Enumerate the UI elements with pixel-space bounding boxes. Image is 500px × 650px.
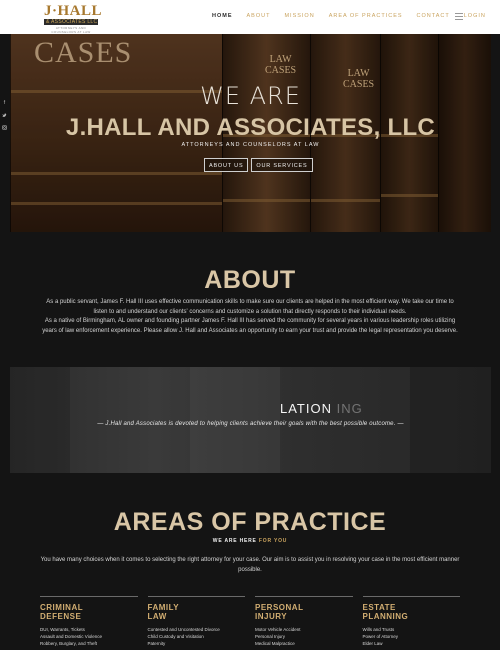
hamburger-icon[interactable] xyxy=(455,13,463,20)
twitter-icon[interactable] xyxy=(2,113,7,118)
banner-shade xyxy=(10,367,70,473)
practice-columns: CRIMINAL DEFENSE DUI, Warrants, Tickets … xyxy=(40,596,460,647)
book-spine-text: LAW CASES xyxy=(265,54,297,76)
about-text: As a public servant, James F. Hall III u… xyxy=(40,298,460,336)
areas-sub-white: WE ARE HERE xyxy=(212,538,257,544)
practice-item[interactable]: Power of Attorney xyxy=(363,633,461,640)
practice-item[interactable]: Wills and Trusts xyxy=(363,626,461,633)
logo-tagline: ATTORNEYS AND COUNSELORS AT LAW xyxy=(51,26,91,34)
hero-we-are: WE ARE xyxy=(200,82,301,110)
nav-mission[interactable]: MISSION xyxy=(284,12,314,20)
practice-item[interactable]: Medical Malpractice xyxy=(255,640,353,647)
practice-column-personal-injury: PERSONAL INJURY Motor Vehicle Accident P… xyxy=(255,596,353,647)
about-paragraph: As a native of Birmingham, AL owner and … xyxy=(42,318,458,334)
practice-title[interactable]: PERSONAL INJURY xyxy=(255,603,353,621)
about-paragraph: As a public servant, James F. Hall III u… xyxy=(46,299,454,315)
nav-contact[interactable]: CONTACT xyxy=(417,12,450,20)
practice-item[interactable]: Motor Vehicle Accident xyxy=(255,626,353,633)
banner-quote: — J.Hall and Associates is devoted to he… xyxy=(97,421,404,427)
banner-faded-text: LATION xyxy=(280,401,332,416)
facebook-icon[interactable]: f xyxy=(2,101,7,106)
site-logo[interactable]: J·HALL & ASSOCIATES LLC ATTORNEYS AND CO… xyxy=(44,3,103,34)
our-services-button[interactable]: OUR SERVICES xyxy=(251,158,313,172)
areas-heading: AREAS OF PRACTICE xyxy=(113,508,387,536)
practice-item[interactable]: DUI, Warrants, Tickets xyxy=(40,626,138,633)
practice-title[interactable]: CRIMINAL DEFENSE xyxy=(40,603,138,621)
areas-subheading: WE ARE HERE FOR YOU xyxy=(0,538,500,544)
banner-faded-ghost: ING xyxy=(336,401,363,416)
logo-main-text: J·HALL xyxy=(44,3,103,19)
hero-buttons: ABOUT US OUR SERVICES xyxy=(204,158,313,172)
nav-home[interactable]: HOME xyxy=(212,12,233,20)
practice-column-criminal-defense: CRIMINAL DEFENSE DUI, Warrants, Tickets … xyxy=(40,596,138,647)
practice-item[interactable]: Personal Injury xyxy=(255,633,353,640)
logo-sub-text: & ASSOCIATES LLC xyxy=(44,19,98,25)
nav-login[interactable]: LOGIN xyxy=(464,12,486,20)
practice-item[interactable]: Elder Law xyxy=(363,640,461,647)
site-header: J·HALL & ASSOCIATES LLC ATTORNEYS AND CO… xyxy=(0,0,500,34)
nav-about[interactable]: ABOUT xyxy=(247,12,271,20)
book-spine-text: CASES xyxy=(34,36,133,69)
practice-item[interactable]: Assault and Domestic Violence xyxy=(40,633,138,640)
practice-column-family-law: FAMILY LAW Contested and Uncontested Div… xyxy=(147,596,246,647)
about-heading: ABOUT xyxy=(204,266,296,294)
practice-item[interactable]: Child Custody and Visitation xyxy=(148,633,246,640)
practice-list: Wills and Trusts Power of Attorney Elder… xyxy=(363,626,461,647)
areas-text: You have many choices when it comes to s… xyxy=(40,557,460,573)
banner-shade xyxy=(190,367,280,473)
practice-item[interactable]: Robbery, Burglary, and Theft xyxy=(40,640,138,647)
practice-item[interactable]: Paternity xyxy=(148,640,246,647)
practice-title[interactable]: FAMILY LAW xyxy=(148,603,246,621)
social-links: f xyxy=(2,101,7,130)
banner-faded-heading: LATION ING xyxy=(280,401,363,416)
practice-item[interactable]: Contested and Uncontested Divorce xyxy=(148,626,246,633)
hero-section: CASES LAW CASES LAW CASES WE ARE J.HALL … xyxy=(10,34,491,232)
nav-area-of-practices[interactable]: AREA OF PRACTICES xyxy=(329,12,403,20)
instagram-icon[interactable] xyxy=(2,125,7,130)
areas-sub-accent: FOR YOU xyxy=(258,538,288,544)
practice-list: Motor Vehicle Accident Personal Injury M… xyxy=(255,626,353,647)
practice-list: Contested and Uncontested Divorce Child … xyxy=(148,626,246,647)
practice-list: DUI, Warrants, Tickets Assault and Domes… xyxy=(40,626,138,647)
banner-shade xyxy=(410,367,491,473)
about-us-button[interactable]: ABOUT US xyxy=(204,158,249,172)
practice-title[interactable]: ESTATE PLANNING xyxy=(363,603,461,621)
quote-banner: LATION ING — J.Hall and Associates is de… xyxy=(10,367,491,473)
hero-subtitle: ATTORNEYS AND COUNSELORS AT LAW xyxy=(181,142,320,148)
practice-column-estate-planning: ESTATE PLANNING Wills and Trusts Power o… xyxy=(362,596,461,647)
hero-title: J.HALL AND ASSOCIATES, LLC xyxy=(65,114,436,141)
